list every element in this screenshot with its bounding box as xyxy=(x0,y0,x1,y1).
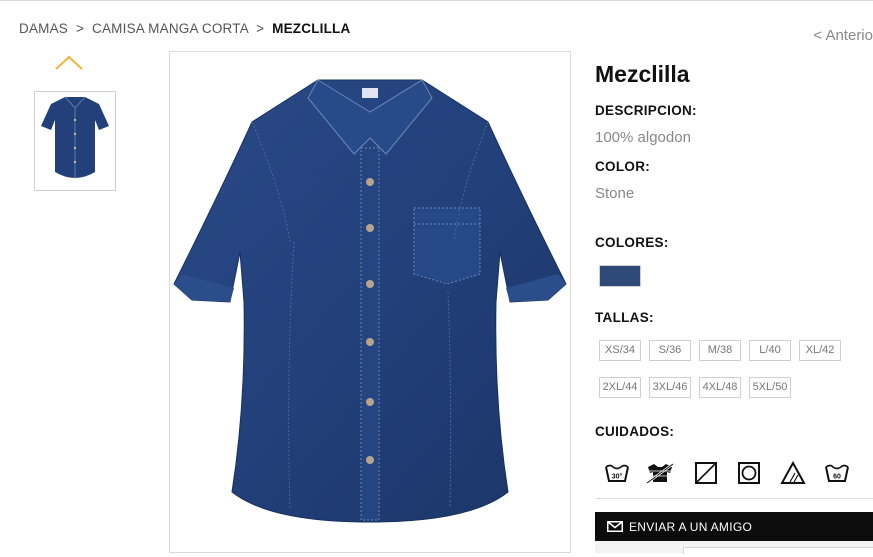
description-value: 100% algodon xyxy=(595,129,691,146)
no-tumble-dry-icon xyxy=(645,461,675,485)
wash-30-text: 30° xyxy=(612,473,623,481)
drip-dry-icon xyxy=(694,461,718,485)
previous-link[interactable]: < Anterio xyxy=(813,27,873,44)
breadcrumb-item-camisa-manga-corta[interactable]: CAMISA MANGA CORTA xyxy=(92,21,248,36)
size-option-2xl-44[interactable]: 2XL/44 xyxy=(599,377,641,398)
size-option-xl-42[interactable]: XL/42 xyxy=(799,340,841,361)
breadcrumb-item-damas[interactable]: DAMAS xyxy=(19,21,68,36)
breadcrumb-separator: > xyxy=(75,21,85,36)
dry-clean-icon xyxy=(737,461,761,485)
send-to-friend-form xyxy=(595,541,873,554)
denim-shirt-image xyxy=(173,79,567,523)
size-option-5xl-50[interactable]: 5XL/50 xyxy=(749,377,791,398)
breadcrumb-separator: > xyxy=(256,21,265,36)
chevron-up-icon xyxy=(55,55,83,70)
size-option-4xl-48[interactable]: 4XL/48 xyxy=(699,377,741,398)
breadcrumb: DAMAS > CAMISA MANGA CORTA > MEZCLILLA xyxy=(19,21,350,36)
breadcrumb-current: MEZCLILLA xyxy=(272,21,351,36)
size-option-xs-34[interactable]: XS/34 xyxy=(599,340,641,361)
color-label: COLOR: xyxy=(595,159,651,174)
send-to-friend-button[interactable]: ENVIAR A UN AMIGO xyxy=(595,512,873,541)
wash-60-text: 60 xyxy=(833,474,841,481)
wash-60-icon: 60 xyxy=(824,461,850,485)
product-thumbnail[interactable] xyxy=(34,91,116,191)
top-border xyxy=(0,0,873,1)
colors-label: COLORES: xyxy=(595,235,669,250)
sizes-label: TALLAS: xyxy=(595,310,654,325)
color-swatch-navy[interactable] xyxy=(599,265,641,287)
section-divider xyxy=(595,498,873,499)
product-title: Mezclilla xyxy=(595,61,690,87)
size-option-l-40[interactable]: L/40 xyxy=(749,340,791,361)
shirt-thumbnail-image xyxy=(41,96,109,178)
description-label: DESCRIPCION: xyxy=(595,103,697,118)
size-option-3xl-46[interactable]: 3XL/46 xyxy=(649,377,691,398)
care-label: CUIDADOS: xyxy=(595,424,675,439)
envelope-icon xyxy=(607,521,623,532)
send-to-friend-label: ENVIAR A UN AMIGO xyxy=(629,520,753,534)
product-main-image[interactable] xyxy=(169,51,571,553)
size-option-m-38[interactable]: M/38 xyxy=(699,340,741,361)
thumbnail-scroll-up-button[interactable] xyxy=(54,54,84,72)
wash-30-icon: 30° xyxy=(604,461,630,485)
size-option-s-36[interactable]: S/36 xyxy=(649,340,691,361)
bleach-icon xyxy=(780,460,806,485)
color-value: Stone xyxy=(595,185,635,202)
